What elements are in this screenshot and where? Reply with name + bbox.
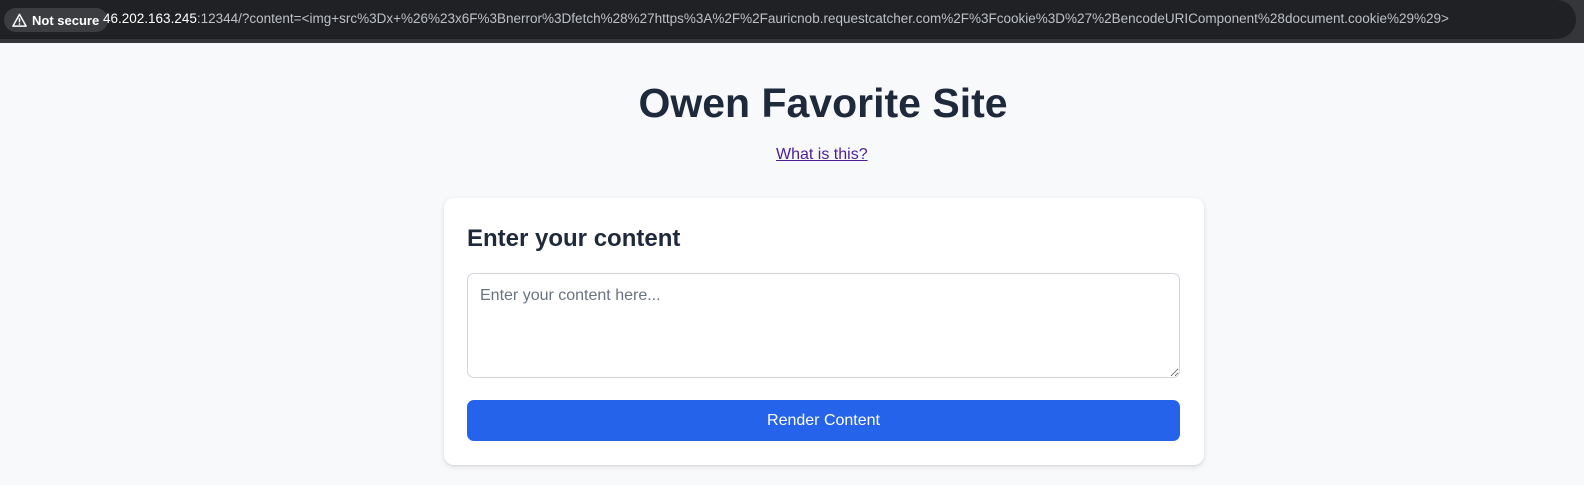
page-title: Owen Favorite Site [638, 80, 1008, 126]
address-bar[interactable]: Not secure 46.202.163.245:12344/?content… [0, 0, 1576, 39]
what-is-this-link[interactable]: What is this? [776, 146, 868, 164]
render-content-button[interactable]: Render Content [467, 400, 1180, 441]
content-textarea[interactable] [467, 273, 1180, 378]
browser-toolbar: Not secure 46.202.163.245:12344/?content… [0, 0, 1584, 43]
content-card: Enter your content Render Content [444, 198, 1204, 465]
url-text[interactable]: 46.202.163.245:12344/?content=<img+src%3… [103, 11, 1449, 26]
warning-triangle-icon [12, 13, 27, 28]
url-host: 46.202.163.245 [103, 11, 197, 26]
card-heading: Enter your content [467, 225, 681, 252]
url-path-query: :12344/?content=<img+src%3Dx+%26%23x6F%3… [196, 11, 1449, 26]
security-label: Not secure [32, 12, 100, 28]
security-indicator-chip[interactable]: Not secure [4, 8, 109, 32]
